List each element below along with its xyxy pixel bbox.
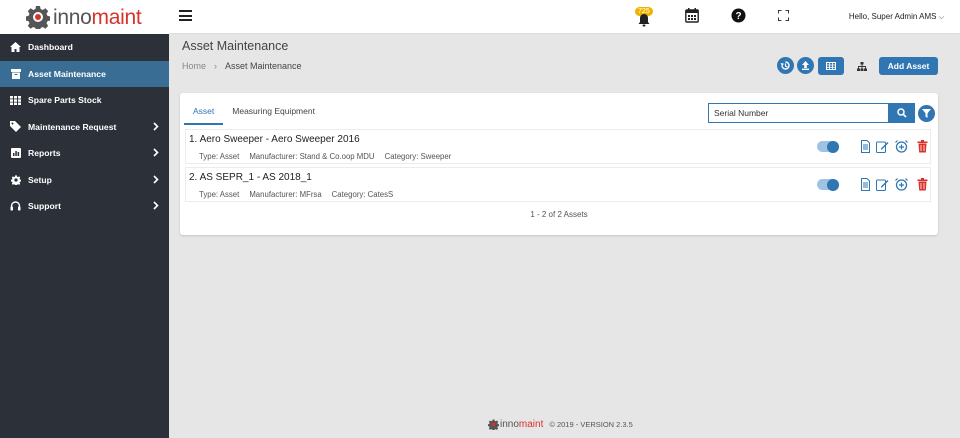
gear-icon [10, 174, 21, 185]
sidebar-item-asset-maintenance[interactable]: Asset Maintenance [0, 60, 169, 87]
sidebar-item-setup[interactable]: Setup [0, 167, 169, 194]
tab-asset[interactable]: Asset [184, 97, 224, 125]
alarm-add-icon[interactable] [895, 140, 908, 153]
asset-meta: Type: Asset Manufacturer: Stand & Co.oop… [199, 152, 451, 161]
footer-logo-maint: maint [518, 419, 544, 430]
history-icon [780, 61, 790, 70]
sidebar-item-reports[interactable]: Reports [0, 140, 169, 167]
footer: innomaint © 2019 - VERSION 2.3.5 [488, 419, 633, 430]
tab-measuring-equipment[interactable]: Measuring Equipment [223, 97, 324, 125]
fullscreen-icon[interactable] [778, 10, 789, 21]
logo-text-maint: maint [91, 5, 142, 29]
gear-logo-icon [488, 419, 499, 430]
breadcrumb-separator-icon: › [214, 61, 218, 71]
sidebar-item-spare-parts-stock[interactable]: Spare Parts Stock [0, 87, 169, 114]
search-icon [897, 108, 907, 118]
asset-title[interactable]: 2. AS SEPR_1 - AS 2018_1 [189, 172, 312, 183]
grid-icon [10, 95, 21, 106]
asset-manufacturer: Manufacturer: Stand & Co.oop MDU [249, 152, 375, 161]
top-bar: 725 ? Hello, Super Admin AMS ⌵ [169, 0, 960, 34]
svg-text:?: ? [735, 11, 741, 22]
asset-category: Category: Sweeper [384, 152, 452, 161]
home-icon [10, 42, 21, 53]
gear-logo-icon [26, 6, 50, 29]
upload-button[interactable] [797, 57, 814, 74]
sitemap-icon [857, 61, 867, 71]
breadcrumb-home[interactable]: Home [182, 61, 206, 71]
user-menu[interactable]: Hello, Super Admin AMS ⌵ [849, 12, 944, 22]
breadcrumb: Home › Asset Maintenance [182, 61, 302, 71]
chart-icon [10, 148, 21, 159]
footer-copyright: © 2019 - VERSION 2.3.5 [549, 420, 633, 429]
footer-logo-inno: inno [500, 419, 519, 430]
alarm-add-icon[interactable] [895, 178, 908, 191]
hierarchy-view-button[interactable] [849, 57, 875, 75]
asset-type: Type: Asset [199, 152, 240, 161]
asset-category: Category: CatesS [331, 190, 394, 199]
tab-bar: Asset Measuring Equipment [184, 97, 324, 125]
asset-row[interactable]: 1. Aero Sweeper - Aero Sweeper 2016 Type… [185, 129, 931, 164]
filter-button[interactable] [918, 105, 935, 122]
logo-text-inno: inno [53, 5, 92, 29]
tag-icon [10, 121, 21, 133]
asset-title[interactable]: 1. Aero Sweeper - Aero Sweeper 2016 [189, 134, 360, 145]
chevron-right-icon [153, 174, 159, 184]
asset-manufacturer: Manufacturer: MFrsa [249, 190, 322, 199]
chevron-right-icon [153, 201, 159, 210]
hamburger-menu-icon[interactable] [179, 10, 192, 21]
page-title: Asset Maintenance [182, 39, 289, 53]
sidebar-item-maintenance-request[interactable]: Maintenance Request [0, 114, 169, 141]
search-button[interactable] [889, 103, 915, 123]
sidebar-item-label: Support [28, 201, 61, 212]
sidebar-item-label: Asset Maintenance [28, 68, 106, 79]
breadcrumb-current: Asset Maintenance [225, 61, 302, 71]
edit-icon[interactable] [876, 178, 889, 191]
headset-icon [10, 201, 21, 212]
help-icon[interactable]: ? [731, 8, 746, 23]
sidebar-item-support[interactable]: Support [0, 193, 169, 220]
sidebar-nav: Dashboard Asset Maintenance Spare Parts … [0, 34, 169, 220]
table-icon [826, 62, 836, 70]
sidebar-item-dashboard[interactable]: Dashboard [0, 34, 169, 61]
logo[interactable]: innomaint [0, 0, 169, 34]
add-asset-button[interactable]: Add Asset [879, 57, 938, 75]
document-icon[interactable] [859, 140, 872, 153]
history-button[interactable] [777, 57, 794, 74]
status-toggle[interactable] [817, 140, 839, 153]
asset-type: Type: Asset [199, 190, 240, 199]
user-greeting: Hello, Super Admin AMS [848, 12, 937, 21]
asset-list-panel: Asset Measuring Equipment 1. Aero Sweepe… [180, 93, 938, 235]
delete-icon[interactable] [916, 178, 929, 191]
sidebar: innomaint Dashboard Asset Maintenance Sp… [0, 0, 169, 438]
chevron-down-icon: ⌵ [938, 14, 944, 21]
sidebar-item-label: Maintenance Request [28, 121, 117, 132]
sidebar-item-label: Setup [28, 174, 52, 185]
search-bar [708, 103, 915, 123]
delete-icon[interactable] [916, 140, 929, 153]
edit-icon[interactable] [876, 140, 889, 153]
pagination-summary: 1 - 2 of 2 Assets [530, 210, 588, 219]
status-toggle[interactable] [817, 178, 839, 191]
chevron-right-icon [153, 148, 159, 157]
asset-meta: Type: Asset Manufacturer: MFrsa Category… [199, 190, 393, 199]
chevron-right-icon [153, 121, 159, 131]
sidebar-item-label: Dashboard [28, 42, 73, 53]
upload-icon [802, 61, 809, 70]
box-icon [10, 68, 21, 79]
sidebar-item-label: Spare Parts Stock [28, 95, 102, 106]
bell-icon[interactable] [637, 13, 651, 27]
sidebar-item-label: Reports [28, 148, 61, 159]
grid-view-button[interactable] [818, 57, 844, 75]
search-input[interactable] [708, 103, 889, 123]
filter-icon [922, 109, 931, 118]
calendar-icon[interactable] [685, 8, 699, 23]
asset-row[interactable]: 2. AS SEPR_1 - AS 2018_1 Type: Asset Man… [185, 167, 931, 202]
document-icon[interactable] [859, 178, 872, 191]
